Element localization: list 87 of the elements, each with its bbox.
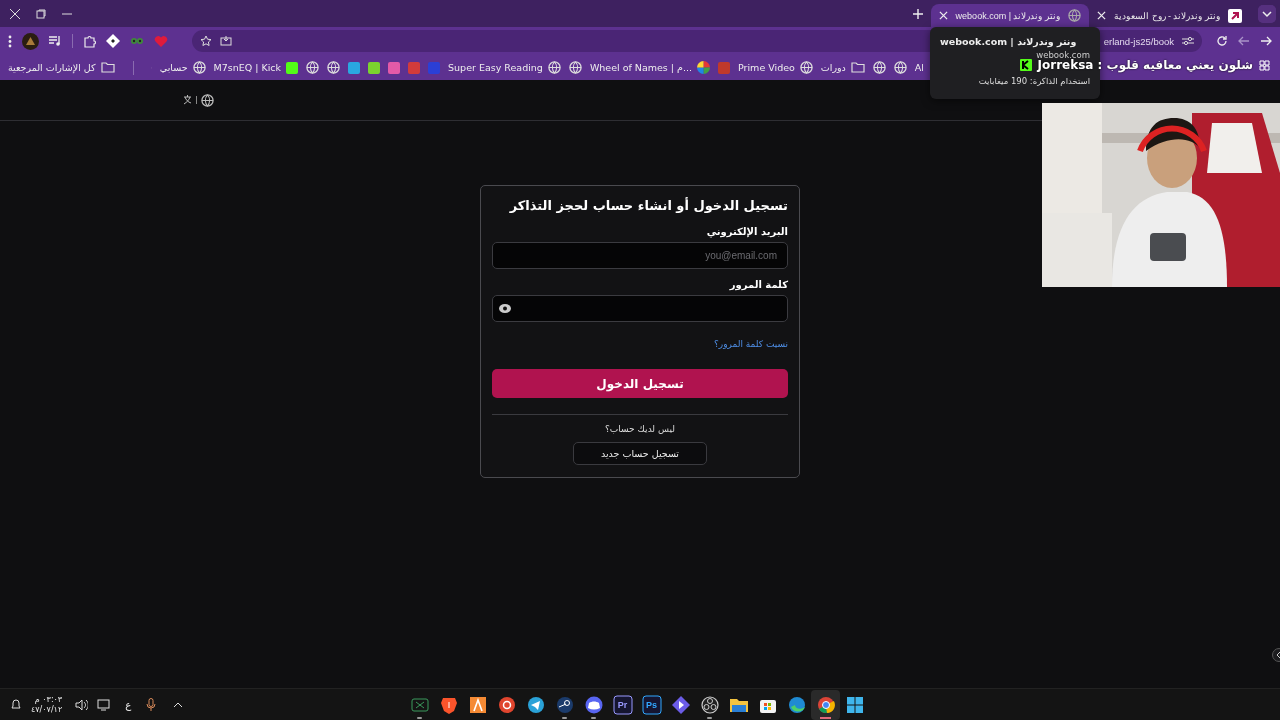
apps-icon[interactable] (1259, 59, 1270, 71)
app-icon (496, 694, 517, 715)
globe-icon (192, 61, 206, 74)
globe-icon (1068, 9, 1081, 22)
speaker-icon[interactable] (75, 698, 89, 711)
globe-icon (872, 61, 886, 74)
forward-icon[interactable] (1260, 35, 1272, 47)
taskbar-app[interactable]: Pr (608, 689, 637, 720)
back-icon[interactable] (1238, 35, 1250, 47)
bookmark-link[interactable]: Wheel of Names | م... (589, 59, 710, 76)
field-label: كلمة المرور (728, 279, 788, 290)
field-label: البريد الإلكتروني (705, 226, 788, 237)
card-title: تسجيل الدخول أو انشاء حساب لحجز التذاكر (508, 196, 788, 215)
profile-avatar[interactable] (22, 32, 39, 50)
tooltip-domain: webook.com (1035, 50, 1090, 60)
app-icon (467, 694, 488, 715)
taskbar-app[interactable] (811, 689, 840, 720)
menu-icon[interactable] (8, 34, 12, 48)
monitor-icon[interactable] (97, 698, 111, 711)
tab-favicon (1228, 8, 1242, 23)
register-button[interactable]: تسجيل حساب جديد (573, 442, 707, 465)
forgot-password-link[interactable]: نسيت كلمة المرور؟ (714, 339, 788, 349)
owl-extension-icon[interactable] (130, 35, 144, 47)
login-button[interactable]: تسجيل الدخول (492, 369, 788, 398)
bookmark-icon-button[interactable] (568, 59, 582, 76)
email-field[interactable]: you@email.com (492, 242, 788, 269)
media-icon[interactable] (49, 35, 62, 47)
bookmark-icon-button[interactable] (872, 59, 886, 76)
globe-icon (568, 61, 582, 74)
globe-icon (893, 61, 907, 74)
app-icon (554, 694, 575, 715)
puzzle-icon[interactable] (83, 34, 96, 48)
restore-icon[interactable] (36, 8, 46, 19)
windows-icon (844, 694, 865, 715)
browser-tab[interactable]: webook.com | ونتر وندرلاند (930, 4, 1089, 27)
no-account-text: ليس لديك حساب؟ (604, 424, 676, 434)
bookmark-link[interactable]: M7snEQ | Kick (213, 59, 299, 76)
close-icon[interactable] (938, 11, 948, 20)
wheel-icon (697, 61, 710, 74)
clock[interactable]: ٠٣:٠٣ م ٤٧/٠٧/١٢ (31, 694, 63, 715)
app-icon (699, 694, 720, 715)
folder-icon (850, 62, 865, 73)
new-tab-icon[interactable] (912, 8, 923, 19)
translate-icon[interactable] (183, 95, 192, 105)
chat-message: Jorreksa : شلون يعني معافيه قلوب (1037, 58, 1253, 72)
address-text: erland-js25/book (1103, 35, 1174, 47)
eye-icon[interactable] (499, 304, 511, 313)
all-bookmarks-link[interactable]: كل الإشارات المرجعية (8, 60, 115, 75)
install-icon[interactable] (220, 35, 232, 47)
close-icon[interactable] (10, 8, 20, 19)
globe-icon (547, 61, 561, 74)
app-icon (641, 694, 662, 715)
password-field[interactable] (492, 295, 788, 322)
app-icon (786, 694, 807, 715)
star-icon[interactable] (200, 35, 212, 47)
bookmark-icon-button[interactable] (893, 59, 907, 76)
taskbar-app[interactable]: Ps (637, 689, 666, 720)
browser-tab[interactable]: ونتر وندرلاند - روح السعودية (1089, 4, 1250, 27)
bookmark-link[interactable]: Prime Video (738, 59, 813, 76)
tab-title: ونتر وندرلاند - روح السعودية (1114, 10, 1220, 21)
bookmark-link[interactable]: Super Easy Reading (448, 59, 561, 76)
app-icon (670, 694, 691, 715)
app-icon (612, 694, 633, 715)
globe-icon (306, 61, 320, 74)
bookmark-icon-button[interactable] (327, 59, 341, 76)
memory-usage-text: استخدام الذاكرة: 190 ميغابايت (977, 76, 1090, 86)
tab-title: webook.com | ونتر وندرلاند (955, 10, 1060, 21)
language-indicator[interactable]: ع (125, 699, 132, 710)
tooltip-title: webook.com | ونتر وندرلاند (940, 36, 1078, 47)
bookmark-link[interactable]: دورات (820, 60, 865, 75)
notification-icon[interactable] (10, 698, 22, 711)
folder-icon (100, 62, 115, 73)
globe-icon (799, 61, 813, 74)
globe-icon (201, 93, 214, 107)
globe-icon (327, 61, 341, 74)
close-icon[interactable] (1097, 11, 1106, 20)
app-icon (815, 694, 836, 715)
bookmark-link[interactable]: حسابي (159, 59, 206, 76)
reload-icon[interactable] (1216, 35, 1228, 47)
bookmark-link[interactable]: Al (914, 60, 924, 75)
diamond-extension-icon[interactable] (106, 34, 120, 48)
tune-icon[interactable] (1182, 36, 1194, 46)
bookmark-icon-button[interactable] (306, 59, 320, 76)
microphone-icon[interactable] (146, 698, 157, 711)
chevron-up-icon[interactable] (173, 701, 184, 708)
app-icon (525, 694, 546, 715)
app-icon (583, 694, 604, 715)
